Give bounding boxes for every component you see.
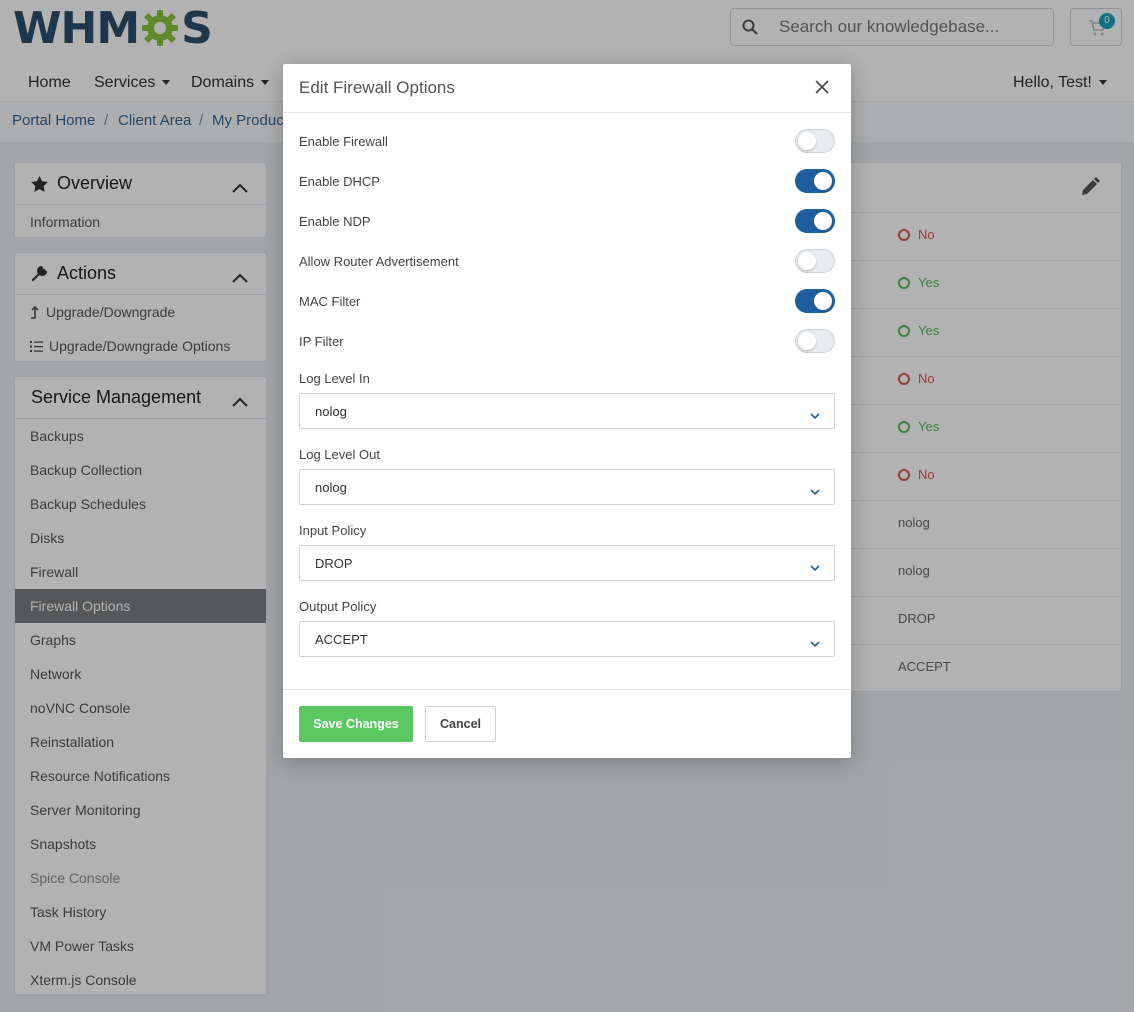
- toggle-label: Enable DHCP: [299, 173, 380, 189]
- chevron-down-icon: [810, 635, 820, 653]
- chevron-down-icon: [810, 559, 820, 577]
- toggle-label: Enable Firewall: [299, 133, 388, 149]
- select-value: DROP: [315, 556, 353, 571]
- toggle-knob: [798, 132, 816, 150]
- toggle-row-allow-router-advertisement: Allow Router Advertisement: [299, 241, 835, 281]
- toggle-knob: [814, 292, 832, 310]
- toggle-label: Enable NDP: [299, 213, 371, 229]
- toggle-knob: [798, 252, 816, 270]
- close-icon[interactable]: [815, 80, 831, 96]
- ip-filter-toggle[interactable]: [795, 329, 835, 353]
- enable-ndp-toggle[interactable]: [795, 209, 835, 233]
- select-value: nolog: [315, 404, 347, 419]
- log-level-in-label: Log Level In: [299, 371, 370, 386]
- toggle-knob: [798, 332, 816, 350]
- input-policy-select[interactable]: DROP: [299, 545, 835, 581]
- toggle-row-mac-filter: MAC Filter: [299, 281, 835, 321]
- toggle-row-enable-ndp: Enable NDP: [299, 201, 835, 241]
- edit-firewall-options-modal: Edit Firewall Options Enable Firewall En…: [283, 64, 851, 758]
- modal-header: Edit Firewall Options: [283, 64, 851, 113]
- enable-firewall-toggle[interactable]: [795, 129, 835, 153]
- allow-router-advertisement-toggle[interactable]: [795, 249, 835, 273]
- modal-title: Edit Firewall Options: [299, 78, 455, 97]
- output-policy-label: Output Policy: [299, 599, 377, 614]
- select-value: nolog: [315, 480, 347, 495]
- log-level-out-select[interactable]: nolog: [299, 469, 835, 505]
- chevron-down-icon: [810, 407, 820, 425]
- mac-filter-toggle[interactable]: [795, 289, 835, 313]
- chevron-down-icon: [810, 483, 820, 501]
- log-level-in-select[interactable]: nolog: [299, 393, 835, 429]
- toggle-knob: [814, 212, 832, 230]
- select-value: ACCEPT: [315, 632, 368, 647]
- toggle-label: Allow Router Advertisement: [299, 253, 459, 269]
- modal-footer: Save Changes Cancel: [283, 689, 851, 758]
- enable-dhcp-toggle[interactable]: [795, 169, 835, 193]
- toggle-row-ip-filter: IP Filter: [299, 321, 835, 361]
- toggle-label: MAC Filter: [299, 293, 361, 309]
- save-changes-button[interactable]: Save Changes: [299, 706, 413, 742]
- cancel-button[interactable]: Cancel: [425, 706, 496, 742]
- toggle-row-enable-dhcp: Enable DHCP: [299, 161, 835, 201]
- output-policy-select[interactable]: ACCEPT: [299, 621, 835, 657]
- toggle-row-enable-firewall: Enable Firewall: [299, 121, 835, 161]
- input-policy-label: Input Policy: [299, 523, 367, 538]
- toggle-knob: [814, 172, 832, 190]
- toggle-label: IP Filter: [299, 333, 344, 349]
- log-level-out-label: Log Level Out: [299, 447, 380, 462]
